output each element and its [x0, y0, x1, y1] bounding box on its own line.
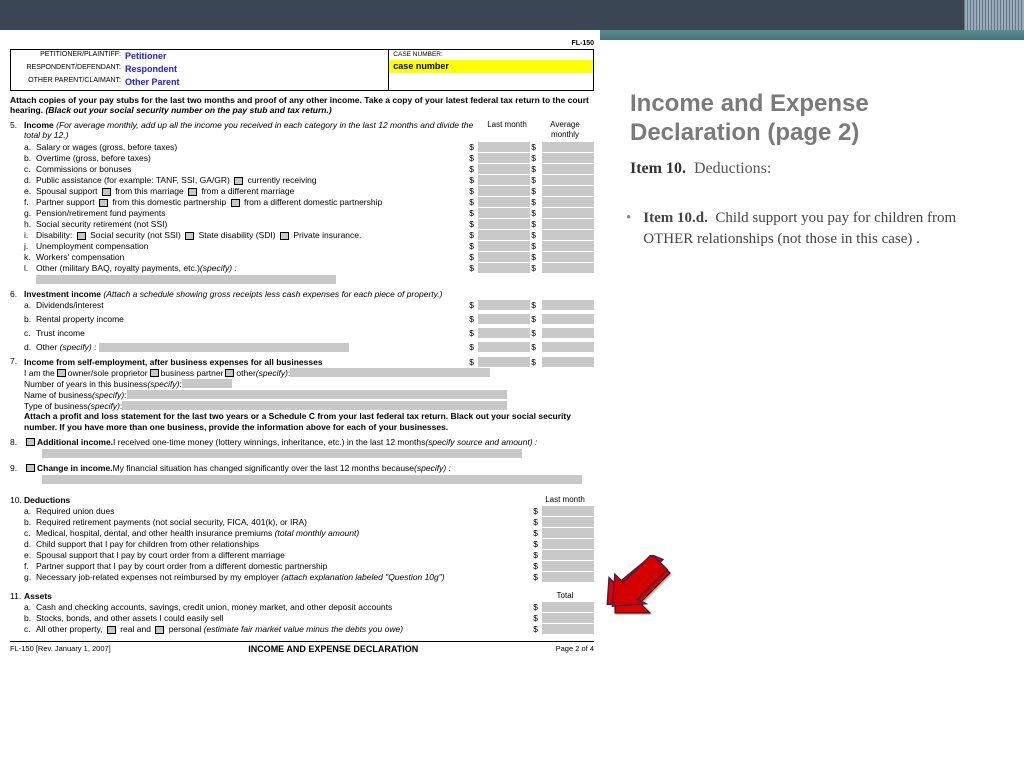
- line-10a: Required union dues: [36, 506, 532, 517]
- fill-blank[interactable]: [122, 401, 507, 410]
- instructions: Attach copies of your pay stubs for the …: [10, 95, 594, 116]
- checkbox[interactable]: [102, 188, 111, 196]
- section-6-num: 6.: [10, 289, 24, 353]
- footer-left: FL-150 [Rev. January 1, 2007]: [10, 644, 111, 655]
- section-10-title: Deductions: [24, 495, 536, 506]
- line-11a: Cash and checking accounts, savings, cre…: [36, 602, 532, 613]
- section-10-num: 10.: [10, 495, 24, 583]
- fill-blank[interactable]: [127, 390, 507, 399]
- section-9: 9. Change in income. My financial situat…: [10, 463, 594, 485]
- section-6-title: Investment income: [24, 289, 101, 299]
- case-number-value: case number: [389, 60, 593, 73]
- top-bar: [0, 0, 1024, 30]
- line-10f: Partner support that I pay by court orde…: [36, 561, 532, 572]
- section-8: 8. Additional income. I received one-tim…: [10, 437, 594, 459]
- line-5c: Commissions or bonuses: [36, 164, 468, 175]
- line-5j: Unemployment compensation: [36, 241, 468, 252]
- checkbox[interactable]: [150, 369, 159, 377]
- checkbox[interactable]: [231, 199, 240, 207]
- section-5-num: 5.: [10, 120, 24, 285]
- fill-blank[interactable]: [99, 343, 349, 352]
- line-5i: Disability:: [36, 230, 72, 240]
- line-10b: Required retirement payments (not social…: [36, 517, 532, 528]
- petitioner-value: Petitioner: [125, 51, 167, 62]
- form-code: FL-150: [10, 40, 594, 49]
- arrow-icon: [600, 555, 680, 615]
- section-5-title: Income: [24, 120, 54, 130]
- section-10: 10. DeductionsLast month a.Required unio…: [10, 495, 594, 583]
- fill-blank[interactable]: [42, 475, 582, 484]
- checkbox[interactable]: [26, 464, 35, 472]
- checkbox[interactable]: [155, 626, 164, 634]
- checkbox[interactable]: [99, 199, 108, 207]
- checkbox[interactable]: [185, 232, 194, 240]
- footer-center: INCOME AND EXPENSE DECLARATION: [248, 644, 418, 655]
- section-7-attach: Attach a profit and loss statement for t…: [24, 411, 594, 432]
- line-10d: Child support that I pay for children fr…: [36, 539, 532, 550]
- line-5g: Pension/retirement fund payments: [36, 208, 468, 219]
- checkbox[interactable]: [107, 626, 116, 634]
- section-7-title: Income from self-employment, after busin…: [24, 357, 468, 368]
- line-10e: Spousal support that I pay by court orde…: [36, 550, 532, 561]
- section-11: 11. AssetsTotal a.Cash and checking acco…: [10, 591, 594, 635]
- other-parent-value: Other Parent: [125, 77, 180, 88]
- line-6a: Dividends/interest: [36, 300, 468, 311]
- checkbox[interactable]: [234, 177, 243, 185]
- section-7: 7. Income from self-employment, after bu…: [10, 356, 594, 432]
- checkbox[interactable]: [77, 232, 86, 240]
- footer: FL-150 [Rev. January 1, 2007] INCOME AND…: [10, 641, 594, 655]
- line-5h: Social security retirement (not SSI): [36, 219, 468, 230]
- checkbox[interactable]: [57, 369, 66, 377]
- section-6: 6. Investment income (Attach a schedule …: [10, 289, 594, 353]
- line-5b: Overtime (gross, before taxes): [36, 153, 468, 164]
- slide-title: Income and Expense Declaration (page 2): [630, 90, 980, 148]
- respondent-value: Respondent: [125, 64, 177, 75]
- line-10g: Necessary job-related expenses not reimb…: [36, 572, 279, 582]
- footer-right: Page 2 of 4: [556, 644, 594, 655]
- line-5f: Partner support: [36, 197, 95, 207]
- header-box: PETITIONER/PLAINTIFF:Petitioner RESPONDE…: [10, 49, 594, 91]
- section-11-title: Assets: [24, 591, 536, 602]
- other-parent-label: OTHER PARENT/CLAIMANT:: [15, 77, 125, 88]
- fill-blank[interactable]: [42, 449, 522, 458]
- item-10-heading: Item 10. Deductions:: [630, 160, 980, 178]
- checkbox[interactable]: [188, 188, 197, 196]
- line-5k: Workers' compensation: [36, 252, 468, 263]
- item-10d-bullet: • Item 10.d. Child support you pay for c…: [630, 208, 980, 250]
- line-10c: Medical, hospital, dental, and other hea…: [36, 528, 272, 538]
- line-11b: Stocks, bonds, and other assets I could …: [36, 613, 532, 624]
- col-last-month: Last month: [478, 120, 536, 140]
- line-5e: Spousal support: [36, 186, 97, 196]
- petitioner-label: PETITIONER/PLAINTIFF:: [15, 51, 125, 62]
- checkbox[interactable]: [225, 369, 234, 377]
- fill-blank[interactable]: [182, 379, 232, 388]
- section-5: 5. Income (For average monthly, add up a…: [10, 120, 594, 285]
- line-6c: Trust income: [36, 328, 468, 339]
- case-number-label: CASE NUMBER:: [389, 50, 593, 60]
- section-8-num: 8.: [10, 437, 24, 459]
- col-avg-monthly: Average monthly: [536, 120, 594, 140]
- line-5d: Public assistance (for example: TANF, SS…: [36, 175, 230, 185]
- fill-blank[interactable]: [36, 275, 336, 284]
- teal-strip: [600, 30, 1024, 40]
- instructions-italic: (Black out your social security number o…: [45, 105, 331, 115]
- checkbox[interactable]: [280, 232, 289, 240]
- line-5l: Other (military BAQ, royalty payments, e…: [36, 263, 200, 273]
- line-6b: Rental property income: [36, 314, 468, 325]
- section-6-note: (Attach a schedule showing gross receipt…: [103, 289, 442, 299]
- line-5a: Salary or wages (gross, before taxes): [36, 142, 468, 153]
- fill-blank[interactable]: [290, 368, 490, 377]
- line-11c: All other property,: [36, 624, 102, 634]
- form-column: FL-150 PETITIONER/PLAINTIFF:Petitioner R…: [0, 40, 600, 655]
- section-11-num: 11.: [10, 591, 24, 635]
- section-5-note: (For average monthly, add up all the inc…: [24, 120, 473, 141]
- respondent-label: RESPONDENT/DEFENDANT:: [15, 64, 125, 75]
- line-6d: Other: [36, 342, 57, 352]
- checkbox[interactable]: [26, 438, 35, 446]
- section-9-num: 9.: [10, 463, 24, 485]
- section-7-num: 7.: [10, 356, 24, 432]
